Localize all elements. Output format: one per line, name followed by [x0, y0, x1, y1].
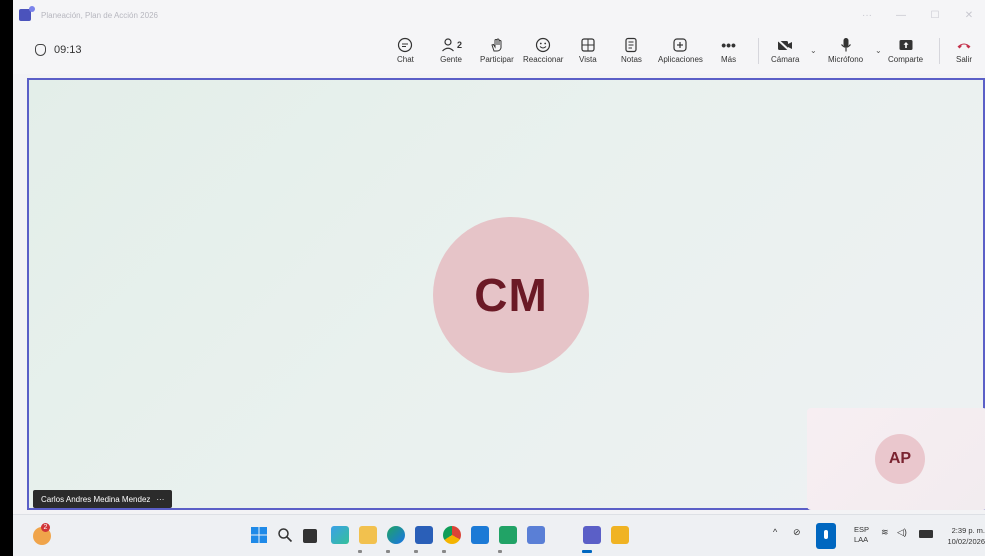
more-icon: ••• [721, 37, 736, 53]
chat-button[interactable]: Chat [397, 35, 414, 71]
camera-chevron-down-icon[interactable]: ⌄ [810, 46, 817, 55]
share-icon [898, 35, 914, 55]
plus-icon [672, 35, 688, 55]
people-count: 2 [457, 40, 463, 50]
timer-text: 09:13 [54, 44, 82, 56]
running-indicator [358, 550, 362, 553]
meeting-timer: 09:13 [35, 44, 82, 56]
widgets-app-icon[interactable] [331, 526, 349, 544]
window-controls: ··· — ☐ ✕ [857, 0, 979, 30]
clock-time: 2:39 p. m. [951, 526, 985, 535]
participant-name: Carlos Andres Medina Mendez [41, 494, 151, 504]
view-label: Vista [579, 55, 597, 64]
apps-label: Aplicaciones [658, 55, 703, 64]
clock[interactable]: 2:39 p. m. 10/02/2026 [937, 525, 985, 547]
shield-icon [35, 44, 46, 56]
chat-label: Chat [397, 55, 414, 64]
volume-icon[interactable]: ◁) [897, 527, 907, 538]
more-button[interactable]: ••• Más [721, 35, 736, 71]
share-button[interactable]: Comparte [888, 35, 923, 71]
battery-icon[interactable] [919, 530, 933, 538]
keyboard-layout: LAA [854, 535, 869, 544]
participant-name-tag[interactable]: Carlos Andres Medina Mendez ··· [33, 490, 173, 508]
edge-browser-icon[interactable] [387, 526, 405, 544]
screen: Planeación, Plan de Acción 2026 ··· — ☐ … [13, 0, 985, 556]
raise-hand-label: Participar [480, 55, 514, 64]
microphone-tray-icon[interactable] [816, 523, 836, 549]
window-title: Planeación, Plan de Acción 2026 [41, 10, 158, 20]
hang-up-icon [956, 35, 972, 55]
self-avatar: AP [875, 434, 925, 484]
meeting-stage: CM Carlos Andres Medina Mendez ··· AP [27, 78, 985, 510]
notes-button[interactable]: Notas [621, 35, 642, 71]
microphone-button[interactable]: Micrófono [828, 35, 863, 71]
notes-icon [623, 35, 639, 55]
apps-button[interactable]: Aplicaciones [658, 35, 703, 71]
chevron-up-icon[interactable]: ^ [773, 527, 777, 537]
store-icon[interactable] [415, 526, 433, 544]
maximize-button[interactable]: ☐ [925, 10, 945, 21]
microphone-chevron-down-icon[interactable]: ⌄ [875, 46, 882, 55]
meeting-toolbar: 09:13 Chat 2 Gente Participar Reaccionar… [13, 30, 985, 74]
teams-logo-icon [19, 6, 35, 21]
chat-icon [397, 35, 413, 55]
minimize-button[interactable]: — [891, 10, 911, 21]
people-button[interactable]: 2 Gente [440, 35, 462, 71]
title-bar: Planeación, Plan de Acción 2026 ··· — ☐ … [13, 0, 985, 30]
microphone-label: Micrófono [828, 55, 864, 64]
smiley-icon [535, 35, 551, 55]
language-code: ESP [854, 525, 870, 534]
running-indicator [582, 550, 592, 553]
people-icon: 2 [440, 35, 462, 55]
running-indicator [498, 550, 502, 553]
running-indicator [442, 550, 446, 553]
running-indicator [414, 550, 418, 553]
people-label: Gente [440, 55, 462, 64]
camera-tray-icon[interactable]: ⊘ [793, 527, 801, 538]
window-more-button[interactable]: ··· [857, 10, 877, 21]
paint-app-icon[interactable] [527, 526, 545, 544]
react-label: Reaccionar [523, 55, 564, 64]
toolbar-separator [758, 38, 759, 64]
camera-button[interactable]: Cámara [771, 35, 799, 71]
search-icon[interactable] [277, 527, 295, 545]
react-button[interactable]: Reaccionar [523, 35, 563, 71]
task-view-icon[interactable] [303, 529, 317, 543]
clock-date: 10/02/2026 [947, 537, 985, 546]
grid-icon [580, 35, 596, 55]
raise-hand-icon [489, 35, 505, 55]
raise-hand-button[interactable]: Participar [480, 35, 514, 71]
share-label: Comparte [888, 55, 924, 64]
view-button[interactable]: Vista [579, 35, 597, 71]
file-explorer-icon[interactable] [359, 526, 377, 544]
lock-app-icon[interactable] [611, 526, 629, 544]
outlook-icon[interactable] [471, 526, 489, 544]
taskbar: 2 ^ ⊘ ESP LAA ≋ ◁) 2:39 p. m. 10/02/2026 [13, 514, 985, 556]
notes-label: Notas [621, 55, 642, 64]
chrome-icon[interactable] [443, 526, 461, 544]
close-window-button[interactable]: ✕ [959, 10, 979, 21]
running-indicator [386, 550, 390, 553]
camera-label: Cámara [771, 55, 800, 64]
more-label: Más [721, 55, 737, 64]
windows-start-icon[interactable] [251, 527, 267, 543]
excel-icon[interactable] [499, 526, 517, 544]
notification-badge: 2 [41, 523, 50, 532]
teams-taskbar-icon[interactable] [583, 526, 601, 544]
leave-button[interactable]: Salir [956, 35, 972, 71]
participant-more-icon[interactable]: ··· [156, 495, 164, 504]
camera-off-icon [776, 35, 794, 55]
self-video-tile[interactable]: AP [807, 408, 985, 510]
participant-avatar: CM [433, 217, 589, 373]
wifi-icon[interactable]: ≋ [881, 527, 889, 538]
microphone-icon [839, 35, 853, 55]
toolbar-separator [939, 38, 940, 64]
language-indicator[interactable]: ESP LAA [854, 525, 869, 545]
leave-label: Salir [956, 55, 973, 64]
